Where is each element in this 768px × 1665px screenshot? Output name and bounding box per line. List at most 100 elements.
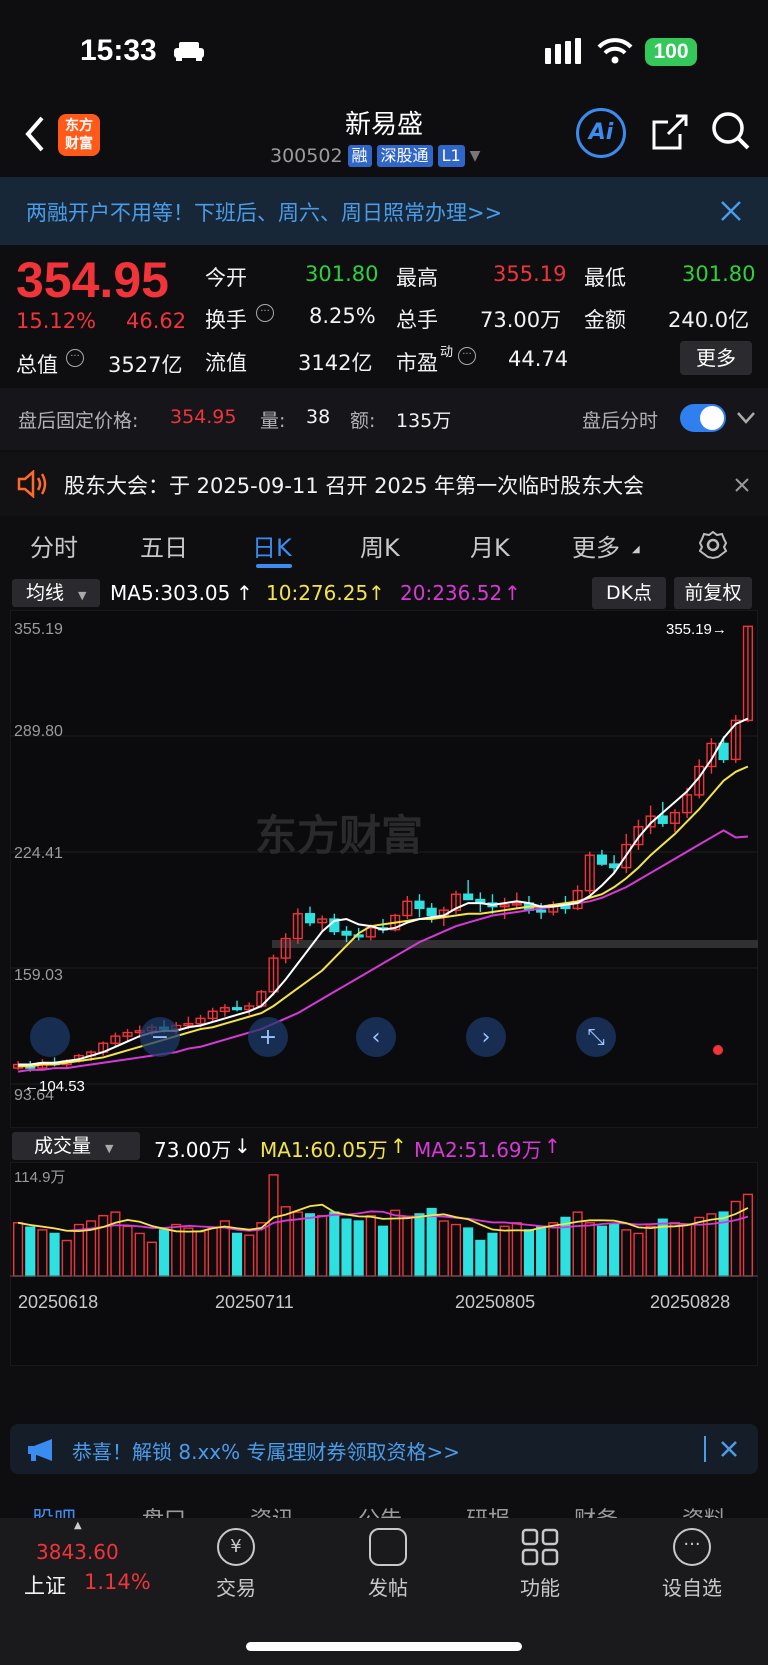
volume-bar [341,1218,352,1277]
turnover-label: 换手 [205,308,247,332]
stock-code: 300502 [270,145,343,167]
tab-five-day[interactable]: 五日 [140,528,188,563]
shareholder-meeting-notice[interactable]: 股东大会：于 2025-09-11 召开 2025 年第一次临时股东大会 [0,452,768,516]
more-dots-icon: ··· [673,1528,711,1566]
vol-ma1: MA1:60.05万 [260,1138,388,1162]
nav-add-watchlist-label: 设自选 [662,1576,722,1600]
chart-control-icon: › [482,1025,491,1050]
status-time: 15:33 [80,34,157,67]
dk-point-button[interactable]: DK点 [592,577,666,609]
close-icon[interactable] [720,1440,738,1458]
info-icon[interactable]: ··· [458,347,476,365]
tab-daily-k[interactable]: 日K [252,528,292,563]
volume-bar [463,1227,474,1277]
x-axis-label: 20250805 [455,1292,535,1312]
after-hours-toggle[interactable] [680,404,726,432]
volume-bar [304,1213,316,1277]
tab-intraday[interactable]: 分时 [30,528,78,563]
chart-control-icon: + [259,1025,277,1050]
ma20-value: 20:236.52 [400,581,503,605]
expand-arrow-icon[interactable]: ▲ [74,1520,82,1531]
candle-body [657,815,668,824]
status-bar: 15:33 100 [0,0,768,100]
trade-yen-icon: ¥ [217,1528,255,1566]
price-adjust-button[interactable]: 前复权 [674,577,752,609]
float-cap-value: 3142亿 [298,351,373,375]
subtab-profile[interactable]: 资料 [682,1502,726,1518]
market-cap: 3527亿 [108,353,183,377]
subtab-research[interactable]: 研报 [466,1502,510,1518]
after-hours-qty: 38 [306,406,331,428]
subtab-orderbook[interactable]: 盘口 [142,1502,186,1518]
ma20-arrow: ↑ [504,581,521,605]
index-pct[interactable]: 1.14% [84,1570,151,1594]
cellular-signal-icon [545,38,581,64]
volume-chart[interactable]: 114.9万 20250618 20250711 20250805 20250828 [10,1162,758,1366]
float-cap-label: 流值 [205,351,247,375]
nav-trade[interactable]: ¥ 交易 [186,1528,286,1601]
close-icon[interactable] [734,477,750,493]
turnover-value: 8.25% [309,304,376,328]
info-subtabs: 股吧 盘口 资讯 公告 研报 财务 资料 [0,1496,768,1518]
nav-trade-label: 交易 [216,1576,256,1600]
index-value[interactable]: 3843.60 [36,1540,119,1564]
ma-selector[interactable]: 均线 ▼ [12,579,100,607]
chevron-down-icon: ▼ [469,148,481,164]
after-hours-qty-label: 量: [260,410,286,432]
after-hours-amount-label: 额: [350,410,376,432]
bottom-nav: ▲ 3843.60 上证 1.14% ¥ 交易 发帖 功能 ··· 设自选 [0,1518,768,1665]
after-hours-price: 354.95 [170,406,237,428]
open-label: 今开 [205,266,247,290]
index-name[interactable]: 上证 [24,1570,66,1600]
ma5-arrow: ↑ [236,581,253,605]
volume-indicator-row: 成交量 ▼ 73.00万 ↓ MA1:60.05万 ↑ MA2:51.69万 ↑ [0,1130,768,1164]
wealth-promo-banner[interactable]: 恭喜！解锁 8.xx% 专属理财券领取资格>> [10,1424,758,1474]
candle-body [304,913,316,924]
volume-bar [475,1239,486,1277]
search-icon[interactable] [710,110,752,152]
subtab-financials[interactable]: 财务 [574,1502,618,1518]
vol-ma2-arrow: ↑ [544,1134,561,1158]
header: 东方 财富 新易盛 300502 融 深股通 L1 ▼ Ai [0,100,768,175]
settings-gear-icon[interactable] [698,530,728,560]
margin-account-banner[interactable]: 两融开户不用等！下班后、周六、周日照常办理>> [0,177,768,245]
tab-monthly-k[interactable]: 月K [470,528,510,563]
subtab-news[interactable]: 资讯 [250,1502,294,1518]
pe-superscript: 动 [440,345,454,360]
info-icon[interactable]: ··· [256,304,274,322]
high-label: 最高 [396,266,438,290]
chevron-down-icon[interactable] [736,411,756,425]
tab-more[interactable]: 更多 [572,528,620,563]
tag-level: L1 [437,145,465,167]
stock-code-row[interactable]: 300502 融 深股通 L1 ▼ [270,144,480,168]
car-icon [174,42,204,61]
after-hours-switch-label: 盘后分时 [582,410,659,432]
candle-body [414,900,425,910]
volume-bar [426,1207,437,1277]
more-button[interactable]: 更多 [680,341,752,375]
subtab-announcements[interactable]: 公告 [358,1502,402,1518]
quote-panel: 354.95 15.12% 46.62 总值 ··· 3527亿 今开 301.… [0,247,768,383]
nav-features[interactable]: 功能 [490,1528,590,1601]
info-icon[interactable]: ··· [66,349,84,367]
candle-body [718,742,729,761]
nav-post[interactable]: 发帖 [338,1528,438,1601]
tag-margin: 融 [347,145,372,167]
tab-weekly-k[interactable]: 周K [360,528,400,563]
candlestick-chart[interactable]: 东方财富355.19289.80224.41159.0393.64355.19→… [10,610,758,1128]
volume-selector-label: 成交量 [34,1135,92,1157]
chart-control-icon: ‹ [372,1025,381,1050]
close-icon[interactable] [720,200,742,222]
after-hours-bar: 盘后固定价格: 354.95 量: 38 额: 135万 盘后分时 [0,388,768,450]
volume-selector[interactable]: 成交量 ▼ [12,1132,140,1160]
speaker-icon [17,470,47,498]
min-price-label: ←104.53 [24,1078,85,1095]
nav-features-label: 功能 [520,1576,560,1600]
nav-add-watchlist[interactable]: ··· 设自选 [642,1528,742,1601]
share-icon[interactable] [650,112,690,152]
last-price: 354.95 [16,252,169,308]
home-indicator [246,1642,522,1651]
subtab-forum[interactable]: 股吧 [32,1502,76,1518]
vol-ma2: MA2:51.69万 [414,1138,542,1162]
ai-assistant-button[interactable]: Ai [576,108,626,158]
